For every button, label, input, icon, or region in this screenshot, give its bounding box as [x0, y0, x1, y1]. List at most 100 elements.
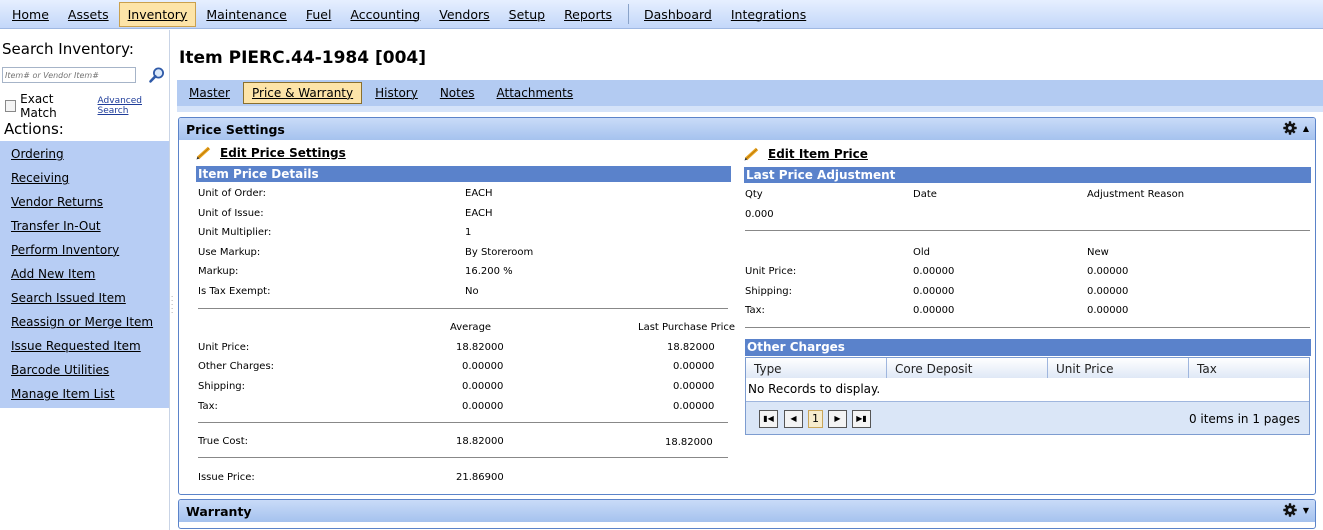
nav-fuel[interactable]: Fuel: [297, 2, 341, 27]
exact-match-label: Exact Match: [20, 92, 57, 120]
sidebar: Search Inventory: Exact Match Advanced S…: [0, 30, 169, 530]
warranty-title: Warranty: [186, 503, 252, 519]
qty-value: 0.000: [745, 209, 774, 220]
issue-price-label: Issue Price:: [198, 472, 255, 483]
actions-heading: Actions:: [4, 120, 64, 138]
grid-column-core-deposit[interactable]: Core Deposit: [887, 358, 1048, 378]
action-vendor-returns[interactable]: Vendor Returns: [0, 189, 169, 213]
warranty-panel: Warranty ▼: [178, 499, 1316, 529]
collapse-icon[interactable]: ▲: [1303, 124, 1309, 133]
action-transfer-in-out[interactable]: Transfer In-Out: [0, 213, 169, 237]
tab-notes[interactable]: Notes: [431, 82, 484, 104]
other-charges-grid: Type Core Deposit Unit Price Tax No Reco…: [745, 357, 1310, 435]
tab-attachments[interactable]: Attachments: [488, 82, 583, 104]
grid-column-unit-price[interactable]: Unit Price: [1048, 358, 1189, 378]
main-content: Item PIERC.44-1984 [004] Master Price & …: [175, 30, 1323, 530]
search-input[interactable]: [2, 67, 136, 83]
action-barcode-utilities[interactable]: Barcode Utilities: [0, 357, 169, 381]
adj-tax-new: 0.00000: [1087, 305, 1129, 316]
action-add-new-item[interactable]: Add New Item: [0, 261, 169, 285]
item-price-details-header: Item Price Details: [196, 166, 731, 182]
nav-inventory[interactable]: Inventory: [118, 1, 197, 27]
splitter-grip-icon[interactable]: · · · · ·: [171, 294, 173, 317]
previous-page-icon[interactable]: ◀: [784, 410, 803, 428]
action-ordering[interactable]: Ordering: [0, 141, 169, 165]
nav-vendors[interactable]: Vendors: [430, 2, 498, 27]
nav-integrations[interactable]: Integrations: [722, 2, 815, 27]
price-settings-header[interactable]: Price Settings ▲: [179, 118, 1315, 140]
exact-match-row: Exact Match Advanced Search: [5, 92, 169, 120]
advanced-search-link[interactable]: Advanced Search: [98, 96, 169, 116]
search-icon[interactable]: [148, 66, 166, 84]
tab-price-warranty[interactable]: Price & Warranty: [242, 82, 363, 104]
gear-icon[interactable]: [1283, 503, 1297, 517]
tab-bar: Master Price & Warranty History Notes At…: [177, 80, 1323, 106]
action-search-issued-item[interactable]: Search Issued Item: [0, 285, 169, 309]
other-charges-last: 0.00000: [673, 361, 715, 372]
grid-pager: ▮◀ ◀ 1 ▶ ▶▮ 0 items in 1 pages: [746, 401, 1309, 434]
unit-multiplier-label: Unit Multiplier:: [198, 227, 272, 238]
action-manage-item-list[interactable]: Manage Item List: [0, 381, 169, 405]
search-heading: Search Inventory:: [2, 40, 134, 58]
gear-icon[interactable]: [1283, 121, 1297, 135]
edit-item-price-link[interactable]: Edit Item Price: [744, 147, 868, 161]
unit-of-order-value: EACH: [465, 188, 493, 199]
divider: [198, 422, 728, 423]
action-issue-requested-item[interactable]: Issue Requested Item: [0, 333, 169, 357]
action-reassign-merge-item[interactable]: Reassign or Merge Item: [0, 309, 169, 333]
search-row: [2, 66, 166, 84]
expand-icon[interactable]: ▼: [1303, 506, 1309, 515]
nav-maintenance[interactable]: Maintenance: [197, 2, 296, 27]
pencil-icon: [744, 147, 759, 161]
grid-column-type[interactable]: Type: [746, 358, 887, 378]
nav-dashboard[interactable]: Dashboard: [635, 2, 721, 27]
nav-reports[interactable]: Reports: [555, 2, 621, 27]
edit-price-settings-link[interactable]: Edit Price Settings: [196, 146, 346, 160]
grid-column-tax[interactable]: Tax: [1189, 358, 1309, 378]
markup-label: Markup:: [198, 266, 239, 277]
adj-shipping-old: 0.00000: [913, 286, 955, 297]
tax-exempt-label: Is Tax Exempt:: [198, 286, 271, 297]
adj-unit-price-label: Unit Price:: [745, 266, 797, 277]
use-markup-value: By Storeroom: [465, 247, 534, 258]
exact-match-checkbox[interactable]: [5, 100, 17, 112]
unit-of-issue-value: EACH: [465, 208, 493, 219]
nav-assets[interactable]: Assets: [59, 2, 118, 27]
grid-empty-message: No Records to display.: [748, 382, 881, 396]
other-charges-header: Other Charges: [745, 339, 1311, 356]
tab-history[interactable]: History: [366, 82, 427, 104]
average-column-header: Average: [450, 322, 492, 333]
tax-average: 0.00000: [462, 401, 504, 412]
edit-item-price-label[interactable]: Edit Item Price: [768, 147, 868, 161]
last-purchase-column-header: Last Purchase Price: [638, 322, 735, 333]
last-page-icon[interactable]: ▶▮: [852, 410, 871, 428]
last-price-adjustment-header: Last Price Adjustment: [744, 167, 1311, 183]
edit-price-settings-label[interactable]: Edit Price Settings: [220, 146, 346, 160]
unit-of-issue-label: Unit of Issue:: [198, 208, 264, 219]
adj-shipping-new: 0.00000: [1087, 286, 1129, 297]
pager-summary: 0 items in 1 pages: [1188, 412, 1300, 426]
adj-unit-price-old: 0.00000: [913, 266, 955, 277]
other-charges-average: 0.00000: [462, 361, 504, 372]
nav-home[interactable]: Home: [3, 2, 58, 27]
warranty-header[interactable]: Warranty ▼: [179, 500, 1315, 522]
app-window: Home Assets Inventory Maintenance Fuel A…: [0, 0, 1323, 530]
nav-setup[interactable]: Setup: [500, 2, 554, 27]
divider: [745, 230, 1310, 231]
unit-of-order-label: Unit of Order:: [198, 188, 266, 199]
action-perform-inventory[interactable]: Perform Inventory: [0, 237, 169, 261]
tab-master[interactable]: Master: [180, 82, 239, 104]
unit-price-last: 18.82000: [667, 342, 715, 353]
date-label: Date: [913, 189, 937, 200]
first-page-icon[interactable]: ▮◀: [759, 410, 778, 428]
true-cost-average: 18.82000: [456, 436, 504, 447]
true-cost-last: 18.82000: [665, 437, 713, 448]
top-navigation: Home Assets Inventory Maintenance Fuel A…: [0, 0, 1323, 29]
divider: [198, 457, 728, 458]
next-page-icon[interactable]: ▶: [828, 410, 847, 428]
nav-accounting[interactable]: Accounting: [341, 2, 429, 27]
page-number-current[interactable]: 1: [808, 410, 823, 428]
action-receiving[interactable]: Receiving: [0, 165, 169, 189]
true-cost-label: True Cost:: [198, 436, 249, 447]
qty-label: Qty: [745, 189, 763, 200]
